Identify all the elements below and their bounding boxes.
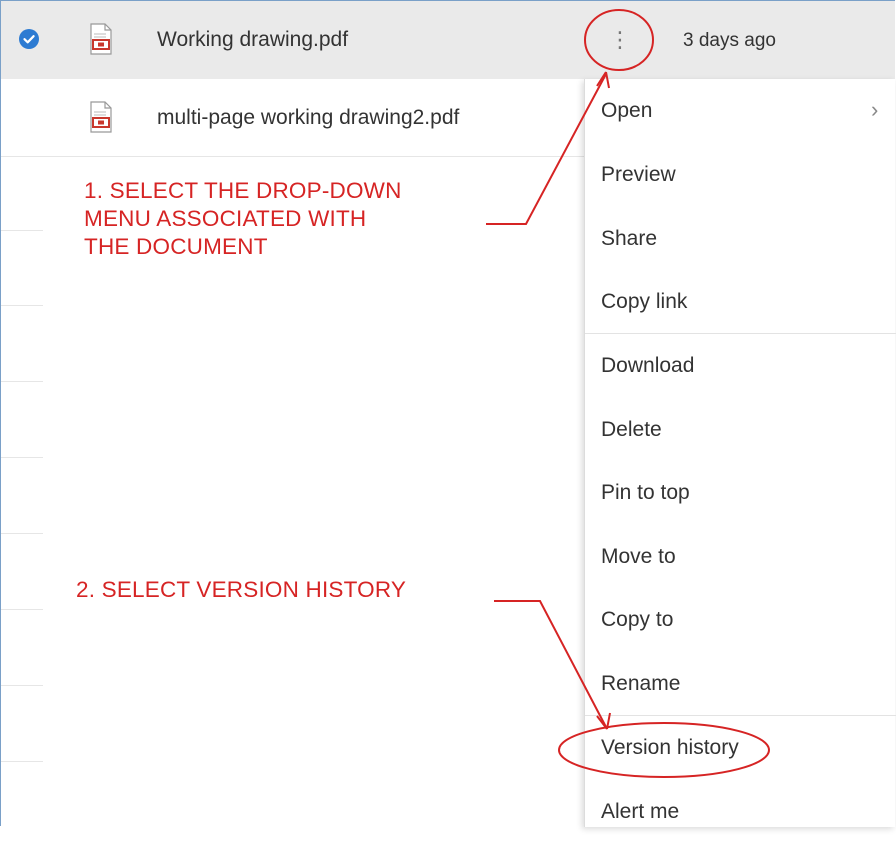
file-row-selected[interactable]: Working drawing.pdf ⋮ 3 days ago (1, 1, 895, 79)
menu-item-label: Copy link (601, 290, 688, 313)
pdf-file-icon (89, 23, 113, 55)
chevron-right-icon: › (871, 97, 879, 122)
menu-item-share[interactable]: Share (585, 207, 896, 271)
menu-item-label: Alert me (601, 800, 680, 823)
file-name[interactable]: Working drawing.pdf (157, 28, 348, 52)
menu-item-label: Open (601, 99, 653, 122)
annotation-step1-line: 1. SELECT THE DROP-DOWN (84, 178, 402, 203)
row-divider (1, 381, 43, 382)
menu-item-preview[interactable]: Preview (585, 143, 896, 207)
menu-item-copy-to[interactable]: Copy to (585, 588, 896, 652)
modified-date: 3 days ago (683, 30, 776, 51)
menu-item-label: Move to (601, 545, 676, 568)
menu-item-delete[interactable]: Delete (585, 398, 896, 462)
annotation-step1-line: THE DOCUMENT (84, 234, 268, 259)
file-name[interactable]: multi-page working drawing2.pdf (157, 106, 459, 130)
menu-item-label: Rename (601, 672, 681, 695)
row-divider (1, 457, 43, 458)
menu-item-download[interactable]: Download (585, 334, 896, 398)
menu-item-open[interactable]: Open › (585, 79, 896, 143)
menu-item-rename[interactable]: Rename (585, 652, 896, 716)
menu-item-alert-me[interactable]: Alert me (585, 780, 896, 844)
row-divider (1, 533, 43, 534)
menu-item-label: Delete (601, 418, 662, 441)
row-divider (1, 685, 43, 686)
pdf-file-icon (89, 101, 113, 133)
menu-item-move-to[interactable]: Move to (585, 525, 896, 589)
context-menu: Open › Preview Share Copy link Download … (584, 79, 896, 827)
row-divider (1, 305, 43, 306)
menu-item-label: Copy to (601, 608, 674, 631)
menu-item-label: Share (601, 227, 658, 250)
menu-item-pin-to-top[interactable]: Pin to top (585, 461, 896, 525)
more-vertical-icon[interactable]: ⋮ (607, 23, 633, 57)
row-divider (1, 609, 43, 610)
menu-item-label: Pin to top (601, 481, 690, 504)
menu-item-label: Version history (601, 736, 739, 759)
row-divider (1, 230, 43, 231)
row-divider (1, 761, 43, 762)
annotation-step1-line: MENU ASSOCIATED WITH (84, 206, 367, 231)
annotation-step1: 1. SELECT THE DROP-DOWN MENU ASSOCIATED … (84, 177, 402, 261)
annotation-step2: 2. SELECT VERSION HISTORY (76, 577, 407, 602)
menu-item-copy-link[interactable]: Copy link (585, 270, 896, 334)
menu-item-label: Preview (601, 163, 676, 186)
menu-item-version-history[interactable]: Version history (585, 716, 896, 780)
checkmark-icon[interactable] (19, 29, 39, 49)
menu-item-label: Download (601, 354, 695, 377)
